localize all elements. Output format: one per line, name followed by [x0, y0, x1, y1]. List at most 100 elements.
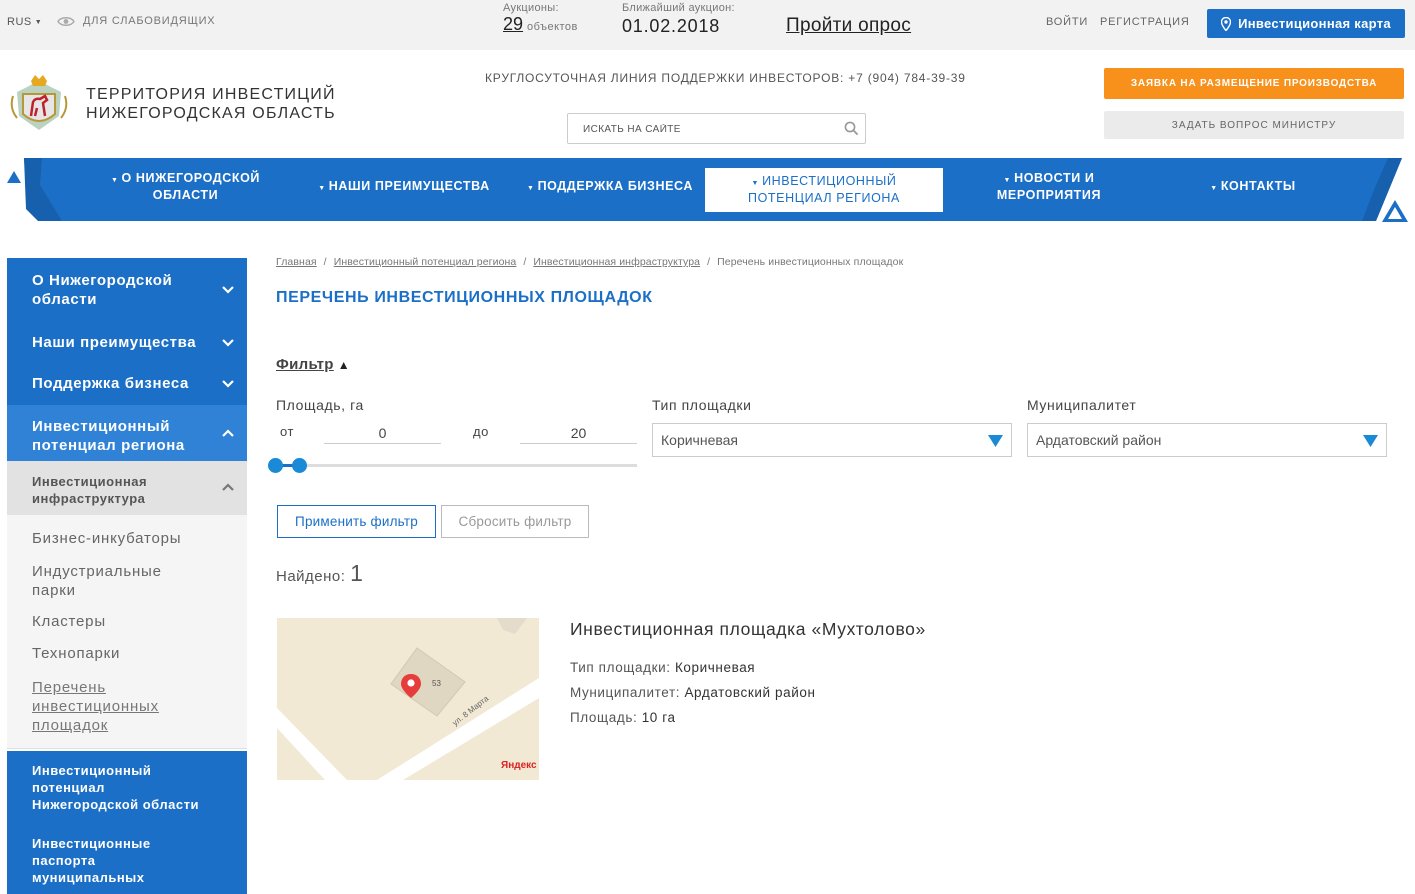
- breadcrumb-separator: /: [707, 256, 711, 268]
- sidebar-link-clusters[interactable]: Кластеры: [7, 600, 247, 632]
- sidebar-item-label: потенциал: [32, 780, 105, 795]
- sidebar-item-label: Инвестиционный: [32, 763, 152, 778]
- site-title[interactable]: ТЕРРИТОРИЯ ИНВЕСТИЦИЙ НИЖЕГОРОДСКАЯ ОБЛА…: [86, 85, 336, 123]
- sidebar-link-investment-sites[interactable]: Перечень инвестиционных площадок: [7, 664, 247, 748]
- page-title: ПЕРЕЧЕНЬ ИНВЕСТИЦИОННЫХ ПЛОЩАДОК: [276, 289, 653, 306]
- ask-minister-button[interactable]: ЗАДАТЬ ВОПРОС МИНИСТРУ: [1104, 111, 1404, 139]
- site-type-select[interactable]: Коричневая: [652, 423, 1012, 457]
- apply-filter-button[interactable]: Применить фильтр: [277, 505, 436, 538]
- result-area: Площадь: 10 га: [570, 710, 676, 725]
- breadcrumb-separator: /: [523, 256, 527, 268]
- sidebar-item-label: Поддержка бизнеса: [32, 375, 189, 392]
- sidebar-subitem-label: Инвестиционная: [32, 474, 148, 489]
- sidebar-link-label: Кластеры: [32, 613, 106, 630]
- nav-item-contacts[interactable]: ▼ КОНТАКТЫ: [1178, 163, 1328, 211]
- result-map-preview[interactable]: 53 ул. 8 Марта Яндекс: [277, 618, 539, 780]
- area-label: Площадь, га: [276, 397, 364, 413]
- site-type-value: Коричневая: [661, 432, 739, 448]
- sidebar-item-business-support[interactable]: Поддержка бизнеса: [7, 364, 247, 405]
- sidebar-link-business-incubators[interactable]: Бизнес-инкубаторы: [7, 517, 247, 549]
- eye-icon: [57, 16, 75, 26]
- nav-label: ОБЛАСТИ: [152, 188, 219, 202]
- nav-label: ПОДДЕРЖКА БИЗНЕСА: [537, 178, 693, 193]
- low-vision-link[interactable]: ДЛЯ СЛАБОВИДЯЩИХ: [57, 15, 215, 27]
- result-site-type-value: Коричневая: [674, 660, 756, 675]
- map-thumbnail: 53 ул. 8 Марта Яндекс: [277, 618, 539, 780]
- register-link[interactable]: РЕГИСТРАЦИЯ: [1100, 16, 1190, 28]
- sidebar-item-investment-potential[interactable]: Инвестиционный потенциал региона: [7, 405, 247, 461]
- triangle-down-icon: [988, 435, 1003, 447]
- caret-down-icon: ▼: [1210, 184, 1218, 192]
- nav-label: НОВОСТИ И: [1014, 171, 1095, 185]
- filter-toggle[interactable]: Фильтр ▲: [276, 356, 350, 373]
- breadcrumb-link-home[interactable]: Главная: [276, 256, 317, 268]
- triangle-up-icon[interactable]: [1381, 199, 1409, 223]
- sidebar-item-about-region[interactable]: О Нижегородской области: [7, 258, 247, 323]
- area-slider-min-handle[interactable]: [268, 458, 283, 473]
- reset-filter-button[interactable]: Сбросить фильтр: [441, 505, 589, 538]
- municipality-label: Муниципалитет: [1027, 397, 1137, 413]
- sidebar-item-municipal-passports[interactable]: Инвестиционные паспорта муниципальных: [7, 825, 247, 894]
- municipality-value: Ардатовский район: [1036, 432, 1162, 448]
- sidebar-link-label: Индустриальные: [32, 563, 162, 580]
- nav-label: ПОТЕНЦИАЛ РЕГИОНА: [748, 191, 900, 205]
- sidebar-link-industrial-parks[interactable]: Индустриальные парки: [7, 549, 247, 600]
- breadcrumb-link-infrastructure[interactable]: Инвестиционная инфраструктура: [533, 256, 700, 268]
- auctions-unit: объектов: [527, 21, 578, 33]
- municipality-select[interactable]: Ардатовский район: [1027, 423, 1387, 457]
- sidebar-bottom-menu: Инвестиционный потенциал Нижегородской о…: [7, 751, 247, 894]
- sidebar-item-advantages[interactable]: Наши преимущества: [7, 323, 247, 364]
- area-from-input[interactable]: [324, 423, 441, 444]
- language-selector[interactable]: RUS ▼: [7, 16, 42, 28]
- nav-item-business-support[interactable]: ▼ ПОДДЕРЖКА БИЗНЕСА: [515, 163, 705, 211]
- result-municipality-value: Ардатовский район: [684, 685, 816, 700]
- auctions-count-link[interactable]: 29: [503, 14, 523, 34]
- breadcrumb: Главная / Инвестиционный потенциал региона…: [276, 256, 903, 268]
- nearest-auction-date: 01.02.2018: [622, 16, 721, 36]
- sidebar-item-label: потенциал региона: [32, 437, 185, 454]
- sidebar-item-label: Нижегородской области: [32, 797, 199, 812]
- breadcrumb-link-investment-potential[interactable]: Инвестиционный потенциал региона: [334, 256, 517, 268]
- caret-down-icon: ▼: [1003, 177, 1012, 184]
- result-site-type-label: Тип площадки:: [570, 660, 671, 675]
- low-vision-label: ДЛЯ СЛАБОВИДЯЩИХ: [83, 15, 216, 27]
- nav-item-news-events[interactable]: ▼ НОВОСТИ И МЕРОПРИЯТИЯ: [965, 163, 1133, 211]
- sidebar-top-menu: О Нижегородской области Наши преимуществ…: [7, 258, 247, 461]
- area-to-input[interactable]: [520, 423, 637, 444]
- sidebar-link-list: Бизнес-инкубаторы Индустриальные парки Кл…: [7, 515, 247, 749]
- survey-link[interactable]: Пройти опрос: [786, 15, 911, 37]
- chevron-down-icon: [222, 380, 234, 388]
- nav-item-advantages[interactable]: ▼ НАШИ ПРЕИМУЩЕСТВА: [306, 163, 502, 211]
- result-municipality: Муниципалитет: Ардатовский район: [570, 685, 816, 700]
- caret-down-icon: ▼: [34, 19, 43, 26]
- yandex-logo: Яндекс: [501, 760, 537, 771]
- site-type-label: Тип площадки: [652, 397, 752, 413]
- sidebar-item-label: О Нижегородской: [32, 272, 173, 289]
- nav-item-investment-potential[interactable]: ▼ ИНВЕСТИЦИОННЫЙ ПОТЕНЦИАЛ РЕГИОНА: [705, 168, 943, 212]
- production-request-button[interactable]: ЗАЯВКА НА РАЗМЕЩЕНИЕ ПРОИЗВОДСТВА: [1104, 68, 1404, 99]
- region-emblem-logo[interactable]: [9, 72, 69, 134]
- sidebar-item-region-potential[interactable]: Инвестиционный потенциал Нижегородской о…: [7, 751, 247, 825]
- search-icon[interactable]: [844, 121, 859, 136]
- sidebar-item-label: Инвестиционный: [32, 418, 171, 435]
- area-slider-track[interactable]: [276, 464, 637, 467]
- map-pin-icon: [1221, 16, 1232, 31]
- caret-down-icon: ▼: [318, 184, 326, 192]
- caret-down-icon: ▼: [527, 184, 535, 192]
- area-slider-max-handle[interactable]: [292, 458, 307, 473]
- chevron-down-icon: [222, 286, 234, 294]
- sidebar-item-label: Наши преимущества: [32, 334, 197, 351]
- sidebar-link-technoparks[interactable]: Технопарки: [7, 632, 247, 664]
- result-title-link[interactable]: Инвестиционная площадка «Мухтолово»: [570, 619, 926, 640]
- invest-map-button[interactable]: Инвестиционная карта: [1207, 9, 1405, 38]
- sidebar-item-label: паспорта: [32, 853, 96, 868]
- nav-item-about-region[interactable]: ▼ О НИЖЕГОРОДСКОЙ ОБЛАСТИ: [94, 163, 277, 211]
- nav-label: МЕРОПРИЯТИЯ: [996, 188, 1102, 202]
- sidebar-item-label: муниципальных: [32, 870, 145, 885]
- search-input[interactable]: [583, 121, 833, 137]
- nav-label: О НИЖЕГОРОДСКОЙ: [121, 171, 261, 185]
- auctions-label: Аукционы:: [503, 2, 559, 14]
- chevron-down-icon: [222, 339, 234, 347]
- login-link[interactable]: ВОЙТИ: [1046, 16, 1088, 28]
- sidebar-subitem-infrastructure[interactable]: Инвестиционная инфраструктура: [7, 461, 247, 515]
